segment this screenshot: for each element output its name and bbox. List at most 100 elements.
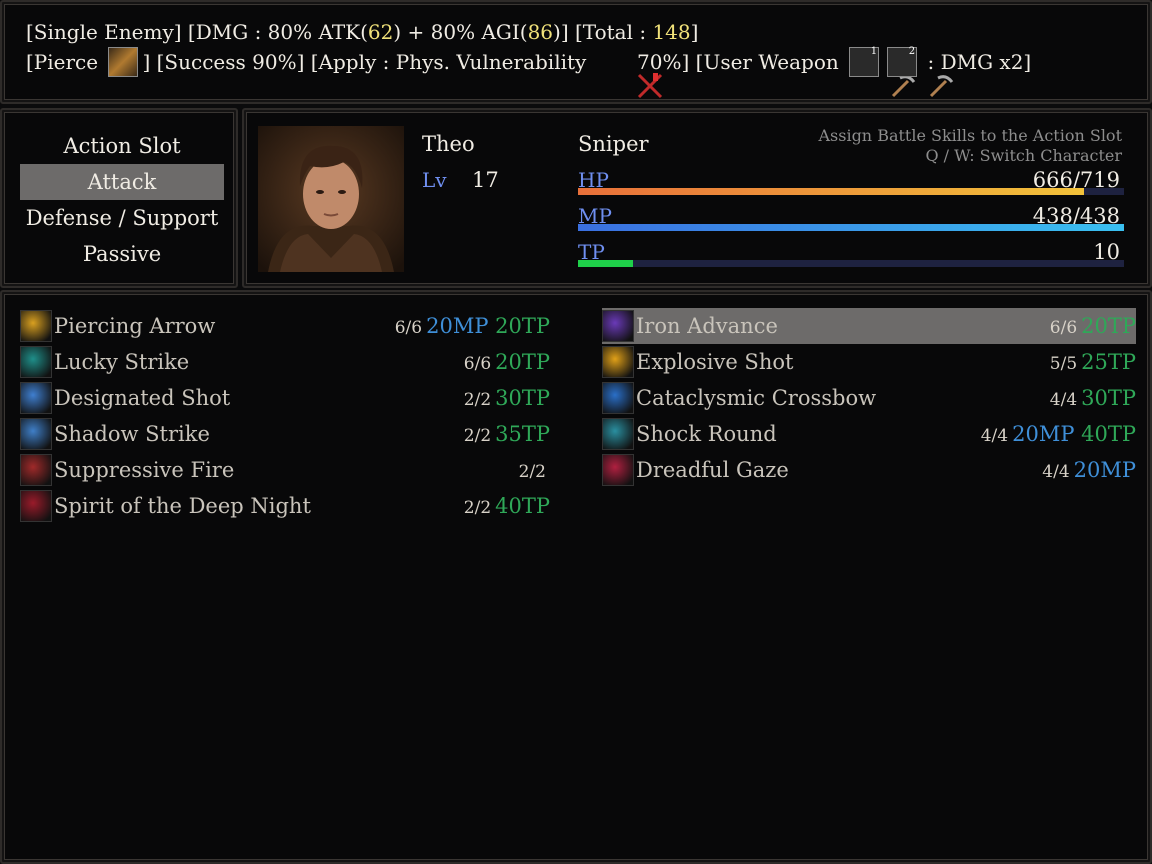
skill-item[interactable]: Piercing Arrow 6/6 20MP 20TP <box>20 308 550 344</box>
weapon-index: 1 <box>870 46 878 57</box>
skill-name: Lucky Strike <box>54 350 190 374</box>
skill-item[interactable]: Dreadful Gaze 4/4 20MP <box>602 452 1136 488</box>
cataclysmic-crossbow-icon <box>602 382 634 414</box>
skill-item[interactable]: Shock Round 4/4 20MP 40TP <box>602 416 1136 452</box>
shadow-strike-icon <box>20 418 52 450</box>
help-text: [Single Enemy] [DMG : 80% ATK( <box>26 20 368 44</box>
skill-list-window: Piercing Arrow 6/6 20MP 20TP Lucky Strike 6/… <box>0 290 1152 864</box>
skill-name: Cataclysmic Crossbow <box>636 386 877 410</box>
explosive-shot-icon <box>602 346 634 378</box>
skill-tp-cost: 40TP <box>1074 422 1136 446</box>
skill-uses: 6/6 <box>463 354 492 374</box>
skill-name: Suppressive Fire <box>54 458 235 482</box>
total-value: 148 <box>652 20 691 44</box>
skill-cost: 4/4 20MP <box>1042 452 1136 490</box>
skill-tp-cost: 35TP <box>495 422 550 446</box>
skill-cost: 2/2 30TP <box>464 380 550 418</box>
skill-name: Shadow Strike <box>54 422 210 446</box>
skill-uses: 2/2 <box>463 498 492 518</box>
skill-name: Iron Advance <box>636 314 778 338</box>
character-name: Theo <box>422 132 475 156</box>
skill-tp-cost: 30TP <box>1081 386 1136 410</box>
skill-uses: 4/4 <box>1042 462 1070 482</box>
skill-tp-cost: 25TP <box>1081 350 1136 374</box>
skill-uses: 2/2 <box>463 426 492 446</box>
skill-cost: 2/2 <box>519 452 550 490</box>
pickaxe-weapon-icon: 2 <box>887 46 954 98</box>
pickaxe-weapon-icon: 1 <box>849 46 916 98</box>
character-status-window: Theo Lv 17 Sniper Assign Battle Skills t… <box>242 108 1152 288</box>
skill-cost: 4/4 20MP 40TP <box>981 416 1136 454</box>
lucky-strike-icon <box>20 346 52 378</box>
skill-item[interactable]: Explosive Shot 5/5 25TP <box>602 344 1136 380</box>
iron-advance-icon <box>602 310 634 342</box>
skill-item[interactable]: Suppressive Fire 2/2 <box>20 452 550 488</box>
help-text: )] [Total : <box>553 20 653 44</box>
skill-item[interactable]: Lucky Strike 6/6 20TP <box>20 344 550 380</box>
skill-tp-cost: 20TP <box>1081 314 1136 338</box>
tp-gauge <box>578 260 1124 267</box>
help-text: ] [Success 90%] [Apply : Phys. Vulnerabi… <box>142 50 593 74</box>
character-portrait <box>258 126 404 272</box>
help-text: : DMG x2] <box>921 50 1032 74</box>
skill-name: Piercing Arrow <box>54 314 216 338</box>
skill-item[interactable]: Cataclysmic Crossbow 4/4 30TP <box>602 380 1136 416</box>
skill-item[interactable]: Spirit of the Deep Night 2/2 40TP <box>20 488 550 524</box>
skill-cost: 5/5 25TP <box>1050 344 1136 382</box>
skill-uses: 5/5 <box>1049 354 1078 374</box>
phys-vulnerability-icon <box>597 47 662 99</box>
skill-mp-cost: 20MP <box>1012 422 1075 446</box>
slot-header-action: Action Slot <box>63 134 181 158</box>
help-text: [Pierce <box>26 50 105 74</box>
mp-gauge-fill <box>578 224 1124 231</box>
skill-name: Dreadful Gaze <box>636 458 789 482</box>
skill-uses: 2/2 <box>518 462 546 482</box>
designated-shot-icon <box>20 382 52 414</box>
skill-name: Spirit of the Deep Night <box>54 494 311 518</box>
skill-item[interactable]: Iron Advance 6/6 20TP <box>602 308 1136 344</box>
help-text: ] <box>690 20 699 44</box>
slot-defense-support[interactable]: Defense / Support <box>20 200 224 236</box>
help-text: ) + 80% AGI( <box>393 20 528 44</box>
dreadful-gaze-icon <box>602 454 634 486</box>
skill-name: Designated Shot <box>54 386 231 410</box>
hp-gauge <box>578 188 1124 195</box>
atk-value: 62 <box>367 20 394 44</box>
weapon-index: 2 <box>908 46 916 57</box>
help-window: [Single Enemy] [DMG : 80% ATK(62) + 80% … <box>0 0 1152 104</box>
mp-gauge <box>578 224 1124 231</box>
skill-cost: 6/6 20TP <box>464 344 550 382</box>
skill-uses: 2/2 <box>463 390 492 410</box>
character-class: Sniper <box>578 132 649 156</box>
skill-cost: 6/6 20TP <box>1050 308 1136 346</box>
slot-passive[interactable]: Passive <box>20 236 224 272</box>
skill-mp-cost: 20MP <box>1073 458 1136 482</box>
skill-tp-cost: 30TP <box>495 386 550 410</box>
skill-uses: 6/6 <box>1049 318 1078 338</box>
skill-name: Explosive Shot <box>636 350 794 374</box>
slot-attack[interactable]: Attack <box>20 164 224 200</box>
help-line-2: [Pierce ] [Success 90%] [Apply : Phys. V… <box>26 46 1032 99</box>
skill-uses: 4/4 <box>980 426 1009 446</box>
skill-name: Shock Round <box>636 422 777 446</box>
help-line-1: [Single Enemy] [DMG : 80% ATK(62) + 80% … <box>26 20 698 44</box>
skill-uses: 4/4 <box>1049 390 1078 410</box>
level-label: Lv <box>422 168 447 192</box>
pierce-icon <box>108 47 139 77</box>
hint-assign: Assign Battle Skills to the Action Slot <box>818 126 1122 145</box>
level-value: 17 <box>472 168 499 192</box>
hp-gauge-fill <box>578 188 1084 195</box>
agi-value: 86 <box>527 20 554 44</box>
skill-cost: 6/6 20MP 20TP <box>395 308 550 346</box>
piercing-arrow-icon <box>20 310 52 342</box>
skill-type-window: Action Slot Attack Defense / Support Pas… <box>0 108 238 288</box>
tp-gauge-fill <box>578 260 633 267</box>
skill-cost: 2/2 40TP <box>464 488 550 526</box>
spirit-deep-night-icon <box>20 490 52 522</box>
skill-item[interactable]: Shadow Strike 2/2 35TP <box>20 416 550 452</box>
hint-switch: Q / W: Switch Character <box>925 146 1122 165</box>
skill-cost: 4/4 30TP <box>1050 380 1136 418</box>
skill-mp-cost: 20MP <box>426 314 489 338</box>
skill-tp-cost: 20TP <box>495 350 550 374</box>
skill-item[interactable]: Designated Shot 2/2 30TP <box>20 380 550 416</box>
